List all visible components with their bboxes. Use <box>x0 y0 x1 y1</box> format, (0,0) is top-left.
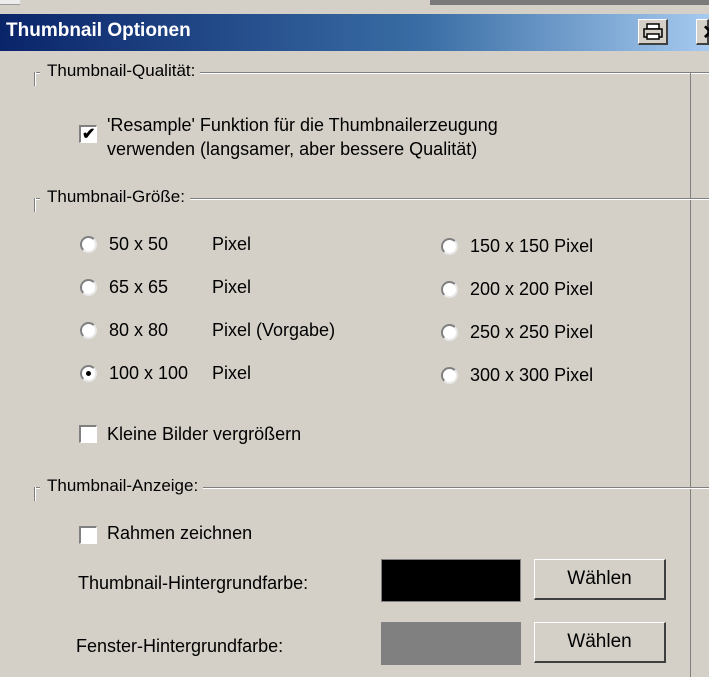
frame-checkbox[interactable] <box>79 526 97 544</box>
radio-150[interactable] <box>441 238 458 255</box>
group-border <box>34 198 35 212</box>
radio-80[interactable] <box>80 322 97 339</box>
printer-icon <box>643 23 663 40</box>
choose-thumb-bg-button[interactable]: Wählen <box>534 559 666 600</box>
enlarge-checkbox[interactable] <box>79 425 97 443</box>
dialog-body: Thumbnail-Qualität: ✔ 'Resample' Funktio… <box>0 51 709 677</box>
option-250-label: 250 x 250 Pixel <box>470 322 594 342</box>
resample-checkbox[interactable]: ✔ <box>79 125 97 143</box>
window-bg-swatch <box>381 622 521 665</box>
option-100-size: 100 x 100 <box>109 363 189 383</box>
radio-300[interactable] <box>441 367 458 384</box>
quality-legend: Thumbnail-Qualität: <box>40 61 201 81</box>
window-title: Thumbnail Optionen <box>6 20 191 41</box>
group-border <box>34 487 35 501</box>
option-50-size: 50 x 50 <box>109 234 169 254</box>
background-strip <box>0 0 709 14</box>
option-300-label: 300 x 300 Pixel <box>470 365 594 385</box>
print-button[interactable] <box>638 19 668 45</box>
group-border <box>690 72 691 677</box>
close-button[interactable]: ✕ <box>696 19 709 45</box>
thumb-bg-label: Thumbnail-Hintergrundfarbe: <box>78 573 309 593</box>
thumb-bg-swatch <box>381 559 521 602</box>
resample-label-line1: 'Resample' Funktion für die Thumbnailerz… <box>107 115 498 135</box>
option-65-unit: Pixel <box>212 277 252 297</box>
option-100-unit: Pixel <box>212 363 252 383</box>
option-200-label: 200 x 200 Pixel <box>470 279 594 299</box>
frame-label: Rahmen zeichnen <box>107 523 253 543</box>
radio-100[interactable] <box>80 365 97 382</box>
window-bg-label: Fenster-Hintergrundfarbe: <box>76 636 284 656</box>
option-50-unit: Pixel <box>212 234 252 254</box>
radio-65[interactable] <box>80 279 97 296</box>
option-65-size: 65 x 65 <box>109 277 169 297</box>
enlarge-label: Kleine Bilder vergrößern <box>107 424 302 444</box>
background-fragment <box>0 0 20 5</box>
size-legend: Thumbnail-Größe: <box>40 187 190 207</box>
option-80-size: 80 x 80 <box>109 320 169 340</box>
checkmark-icon: ✔ <box>82 126 96 143</box>
option-80-unit: Pixel (Vorgabe) <box>212 320 336 340</box>
radio-250[interactable] <box>441 324 458 341</box>
option-150-label: 150 x 150 Pixel <box>470 236 594 256</box>
background-fragment <box>430 0 709 5</box>
group-border <box>34 72 35 86</box>
title-bar: Thumbnail Optionen ✕ <box>0 14 709 51</box>
display-legend: Thumbnail-Anzeige: <box>40 476 204 496</box>
resample-label-line2: verwenden (langsamer, aber bessere Quali… <box>107 139 478 159</box>
radio-200[interactable] <box>441 281 458 298</box>
radio-50[interactable] <box>80 236 97 253</box>
choose-window-bg-button[interactable]: Wählen <box>534 622 666 663</box>
close-icon: ✕ <box>702 20 709 45</box>
